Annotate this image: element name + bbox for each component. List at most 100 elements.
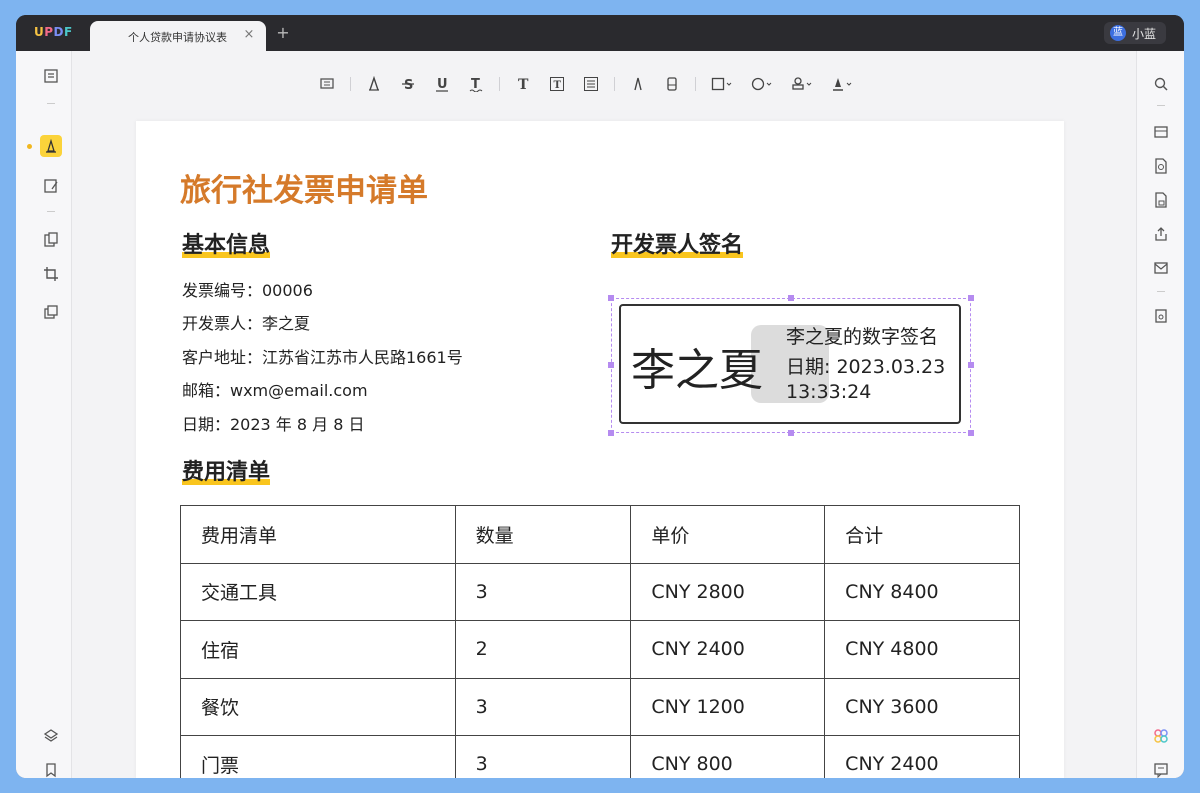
info-email: 邮箱：wxm@email.com [182,381,368,400]
resize-handle[interactable] [788,295,794,301]
app-window: UPDF 个人贷款申请协议表 × + 蓝 小蓝 S U T T T 旅行社发票申… [16,15,1184,778]
signature-line-1: 李之夏的数字签名 [786,326,939,348]
resize-handle[interactable] [608,295,614,301]
protect-icon[interactable] [1150,189,1172,211]
resize-handle[interactable] [968,362,974,368]
table-cell: CNY 1200 [630,677,826,736]
table-header-cell: 合计 [824,505,1020,564]
tab-title: 个人贷款申请协议表 [128,31,227,44]
user-account-button[interactable]: 蓝 小蓝 [1103,22,1166,44]
svg-text:U: U [437,77,448,92]
share-icon[interactable] [1150,223,1172,245]
section-heading-fee-list: 费用清单 [182,460,271,485]
textbox-icon[interactable]: T [546,73,568,95]
svg-text:T: T [518,77,529,92]
table-cell: 3 [454,677,632,736]
table-cell: CNY 2400 [630,620,826,679]
table-row: 门票 3 CNY 800 CNY 2400 [180,735,1020,778]
resize-handle[interactable] [608,362,614,368]
fee-table: 费用清单 数量 单价 合计 交通工具 3 CNY 2800 CNY 8400 住… [180,505,1020,778]
shape-icon[interactable] [708,73,736,95]
table-cell: 交通工具 [180,562,456,621]
section-heading-basic-info: 基本信息 [182,233,271,258]
sidebar-divider [1157,291,1165,292]
pen-icon[interactable] [627,73,649,95]
table-cell: CNY 3600 [824,677,1020,736]
strikethrough-icon[interactable]: S [397,73,419,95]
sidebar-divider [47,103,55,104]
eraser-icon[interactable] [661,73,683,95]
info-invoice-number: 发票编号：00006 [182,281,313,300]
table-cell: CNY 2400 [824,735,1020,778]
sticker-icon[interactable] [748,73,776,95]
table-cell: 住宿 [180,620,456,679]
comment-mode-icon[interactable] [40,135,62,157]
toolbar-divider [614,77,615,91]
toolbar-divider [695,77,696,91]
info-address: 客户地址：江苏省江苏市人民路1661号 [182,348,463,367]
signature-time: 13:33:24 [786,381,872,403]
section-heading-signature: 开发票人签名 [611,233,744,258]
table-cell: 3 [454,735,632,778]
edit-pdf-icon[interactable] [40,175,62,197]
avatar: 蓝 [1109,25,1126,41]
title-bar: UPDF 个人贷款申请协议表 × + 蓝 小蓝 [16,15,1184,51]
bookmark-icon[interactable] [40,759,62,778]
organize-pages-icon[interactable] [40,229,62,251]
table-cell: 餐饮 [180,677,456,736]
table-header-cell: 数量 [454,505,632,564]
convert-icon[interactable] [1150,155,1172,177]
pencil-icon[interactable] [363,73,385,95]
search-icon[interactable] [1150,73,1172,95]
resize-handle[interactable] [608,430,614,436]
table-cell: 2 [454,620,632,679]
ocr-icon[interactable] [1150,121,1172,143]
crop-icon[interactable] [40,263,62,285]
app-body: S U T T T 旅行社发票申请单 基本信息 开发票人签名 发票编号：0000… [16,51,1184,778]
table-cell: CNY 800 [630,735,826,778]
table-row: 交通工具 3 CNY 2800 CNY 8400 [180,562,1020,621]
active-indicator [27,144,32,149]
resize-handle[interactable] [968,295,974,301]
reader-mode-icon[interactable] [40,65,62,87]
digital-signature[interactable]: 李之夏 李之夏的数字签名 日期: 2023.03.23 13:33:24 [619,304,961,424]
info-issuer: 开发票人：李之夏 [182,314,311,333]
stamp-icon[interactable] [788,73,816,95]
layers-icon[interactable] [40,725,62,747]
email-icon[interactable] [1150,257,1172,279]
signature-date: 日期: 2023.03.23 [786,356,946,378]
table-cell: CNY 4800 [824,620,1020,679]
table-cell: 3 [454,562,632,621]
resize-handle[interactable] [968,430,974,436]
table-header-cell: 费用清单 [180,505,456,564]
text-icon[interactable]: T [512,73,534,95]
annotation-toolbar: S U T T T [316,73,868,95]
table-cell: 门票 [180,735,456,778]
comment-list-icon[interactable] [1150,759,1172,778]
tools-icon[interactable] [40,301,62,323]
user-name: 小蓝 [1131,26,1156,41]
underline-icon[interactable]: U [431,73,453,95]
info-date: 日期：2023 年 8 月 8 日 [182,415,365,434]
callout-icon[interactable] [580,73,602,95]
sidebar-divider [47,211,55,212]
toolbar-divider [350,77,351,91]
toolbar-divider [499,77,500,91]
document-tab[interactable]: 个人贷款申请协议表 × [90,21,266,51]
table-header-cell: 单价 [630,505,826,564]
table-row: 住宿 2 CNY 2400 CNY 4800 [180,620,1020,679]
updf-logo: UPDF [34,25,73,39]
signature-name: 李之夏 [631,345,763,396]
signature-icon[interactable] [828,73,856,95]
save-icon[interactable] [1150,305,1172,327]
table-row: 餐饮 3 CNY 1200 CNY 3600 [180,677,1020,736]
comment-icon[interactable] [316,73,338,95]
resize-handle[interactable] [788,430,794,436]
document-title: 旅行社发票申请单 [180,173,428,209]
pdf-page: 旅行社发票申请单 基本信息 开发票人签名 发票编号：00006 开发票人：李之夏… [136,121,1064,778]
close-tab-icon[interactable]: × [242,27,256,43]
table-cell: CNY 8400 [824,562,1020,621]
new-tab-button[interactable]: + [274,23,292,42]
squiggly-icon[interactable]: T [465,73,487,95]
ai-assistant-icon[interactable] [1150,725,1172,747]
